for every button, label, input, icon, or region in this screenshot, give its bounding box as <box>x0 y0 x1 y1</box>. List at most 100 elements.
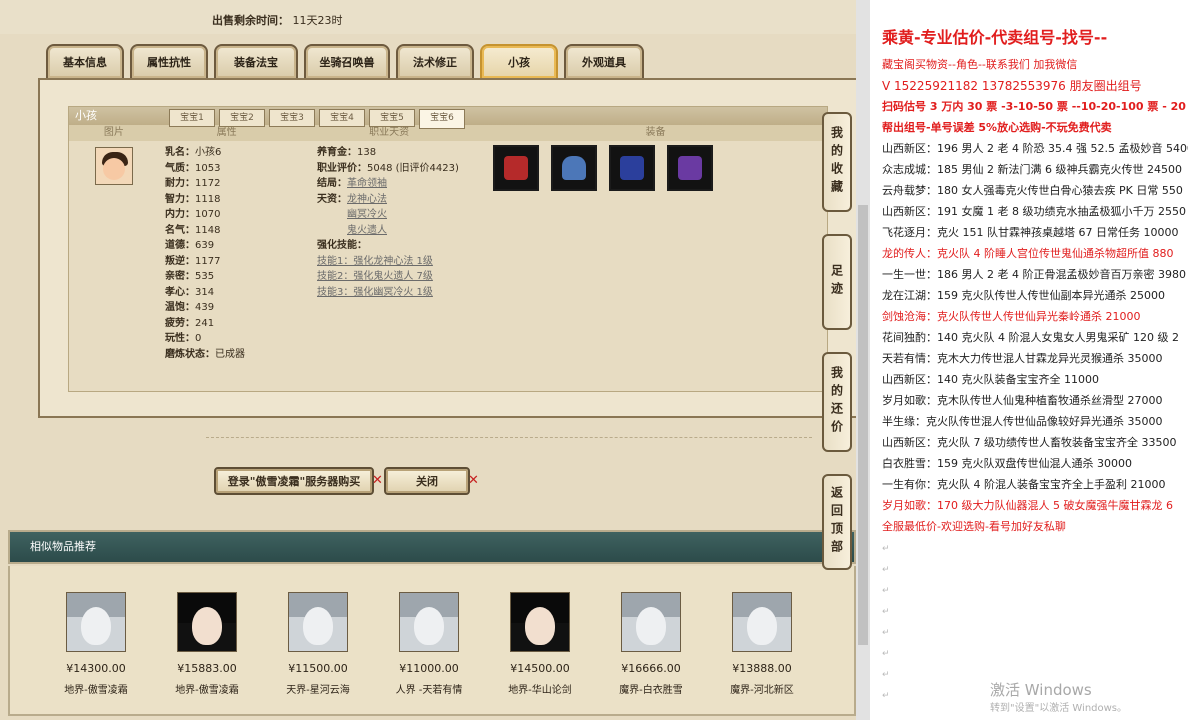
item-portrait <box>66 592 126 652</box>
child-panel-title: 小孩 <box>75 109 97 122</box>
tab-basic-info[interactable]: 基本信息 <box>46 44 124 78</box>
scroll-thumb[interactable] <box>858 205 868 645</box>
item-portrait <box>510 592 570 652</box>
tab-child[interactable]: 小孩 <box>480 44 558 78</box>
doc-line: 龙的传人：克火队 4 阶睡人宫位传世鬼仙通杀物超所值 880 <box>882 247 1174 260</box>
child-inner-panel: 小孩 宝宝1 宝宝2 宝宝3 宝宝4 宝宝5 宝宝6 图片 属性 职业天资 装备 <box>68 106 828 392</box>
tab-spell-correction[interactable]: 法术修正 <box>396 44 474 78</box>
sub-tab-baby5[interactable]: 宝宝5 <box>369 109 415 127</box>
doc-line: 一生一世：186 男人 2 老 4 阶正骨混孟极妙音百万亲密 3980 <box>882 268 1186 281</box>
close-button[interactable]: 关闭 <box>384 467 470 495</box>
divider <box>206 437 812 438</box>
game-pane: 出售剩余时间： 11天23时 基本信息 属性抗性 装备法宝 坐骑召唤兽 法术修正… <box>0 0 856 720</box>
equipment-slot[interactable] <box>609 145 655 191</box>
equipment-slot[interactable] <box>493 145 539 191</box>
talent-link[interactable]: 鬼火遗人 <box>347 225 387 236</box>
doc-line: 白衣胜雪：159 克火队双盘传世仙混人通杀 30000 <box>882 457 1132 470</box>
paragraph-mark-icon: ↵ <box>882 586 890 596</box>
doc-line: 剑蚀沧海：克火队传世人传世仙异光秦岭通杀 21000 <box>882 310 1141 323</box>
item-portrait <box>732 592 792 652</box>
page-scrollbar[interactable] <box>856 0 870 720</box>
ending-link[interactable]: 革命领袖 <box>347 178 387 189</box>
attr-row: 玩性：0 <box>165 333 202 344</box>
attribute-list: 乳名：小孩6 气质：1053 耐力：1172 智力：1118 内力：1070 名… <box>165 145 245 362</box>
my-favorites-button[interactable]: 我的收藏 <box>822 112 852 212</box>
tab-appearance[interactable]: 外观道具 <box>564 44 644 78</box>
footprint-button[interactable]: 足迹 <box>822 234 852 330</box>
attr-row: 磨炼状态：已成器 <box>165 348 245 360</box>
attr-row: 耐力：1172 <box>165 178 221 189</box>
recommend-item[interactable]: ¥11500.00 天界-星河云海 <box>268 592 368 696</box>
paragraph-mark-icon: ↵ <box>882 691 890 701</box>
doc-line: 花间独酌：140 克火队 4 阶混人女鬼女人男鬼采矿 120 级 2 <box>882 331 1179 344</box>
windows-activation-sub: 转到"设置"以激活 Windows。 <box>990 703 1128 714</box>
close-icon: ✕ <box>372 473 383 488</box>
paragraph-mark-icon: ↵ <box>882 565 890 575</box>
item-portrait <box>399 592 459 652</box>
attr-row: 孝心：314 <box>165 286 215 298</box>
recommend-item[interactable]: ¥13888.00 魔界-河北新区 <box>712 592 812 696</box>
doc-line: 藏宝阁买物资--角色--联系我们 加我微信 <box>882 58 1078 71</box>
my-offers-button[interactable]: 我的还价 <box>822 352 852 452</box>
doc-line: 飞花逐月：克火 151 队甘霖神孩桌越塔 67 日常任务 10000 <box>882 226 1179 239</box>
recommend-item[interactable]: ¥15883.00 地界-傲雪凌霜 <box>157 592 257 696</box>
tab-attributes[interactable]: 属性抗性 <box>130 44 208 78</box>
sub-tab-baby2[interactable]: 宝宝2 <box>219 109 265 127</box>
recommend-item[interactable]: ¥14500.00 地界-华山论剑 <box>490 592 590 696</box>
item-portrait <box>177 592 237 652</box>
paragraph-mark-icon: ↵ <box>882 628 890 638</box>
recommend-item[interactable]: ¥16666.00 魔界-白衣胜雪 <box>601 592 701 696</box>
skill-link[interactable]: 技能2：强化鬼火遗人 7级 <box>317 271 433 282</box>
doc-line: 扫码估号 3 万内 30 票 -3-10-50 票 --10-20-100 票 … <box>882 100 1188 113</box>
skill-link[interactable]: 技能1：强化龙神心法 1级 <box>317 256 433 267</box>
doc-line: 乘黄-专业估价-代卖组号-找号-- <box>882 28 1108 47</box>
recommend-item[interactable]: ¥11000.00 人界 -天若有情 <box>379 592 479 696</box>
sale-value: 11天23时 <box>292 14 343 27</box>
attr-row: 智力：1118 <box>165 193 221 205</box>
doc-line: 山西新区：191 女魔 1 老 8 级功绩克水抽孟极狐小千万 2550 <box>882 205 1186 218</box>
attr-row: 疲劳：241 <box>165 317 215 329</box>
sub-tab-baby6[interactable]: 宝宝6 <box>419 109 465 129</box>
paragraph-mark-icon: ↵ <box>882 607 890 617</box>
attr-row: 亲密：535 <box>165 271 215 282</box>
paragraph-mark-icon: ↵ <box>882 544 890 554</box>
doc-line: 全服最低价-欢迎选购-看号加好友私聊 <box>882 520 1066 533</box>
sale-label: 出售剩余时间： <box>212 14 289 27</box>
sub-tabs: 宝宝1 宝宝2 宝宝3 宝宝4 宝宝5 宝宝6 <box>169 109 465 129</box>
tab-mounts-pets[interactable]: 坐骑召唤兽 <box>304 44 390 78</box>
attr-row: 内力：1070 <box>165 209 221 220</box>
back-to-top-button[interactable]: 返回顶部 <box>822 474 852 570</box>
equipment-slot[interactable] <box>551 145 597 191</box>
recommend-title: 相似物品推荐 <box>30 540 96 553</box>
talent-link[interactable]: 幽冥冷火 <box>347 209 387 220</box>
child-panel: 小孩 宝宝1 宝宝2 宝宝3 宝宝4 宝宝5 宝宝6 图片 属性 职业天资 装备 <box>38 78 856 418</box>
sub-tab-baby1[interactable]: 宝宝1 <box>169 109 215 127</box>
buy-login-button[interactable]: 登录"傲雪凌霜"服务器购买 <box>214 467 374 495</box>
sub-tab-baby4[interactable]: 宝宝4 <box>319 109 365 127</box>
top-strip <box>0 0 856 34</box>
doc-line: 半生缘：克火队传世混人传世仙品像较好异光通杀 35000 <box>882 415 1163 428</box>
doc-line: 龙在江湖：159 克火队传世人传世仙副本异光通杀 25000 <box>882 289 1165 302</box>
skill-link[interactable]: 技能3：强化幽冥冷火 1级 <box>317 287 433 298</box>
recommend-item[interactable]: ¥14300.00 地界-傲雪凌霜 <box>46 592 146 696</box>
equipment-slot[interactable] <box>667 145 713 191</box>
talent-link[interactable]: 龙神心法 <box>347 194 387 205</box>
attr-row: 道德：639 <box>165 240 215 251</box>
career-info: 养育金：138 职业评价：5048 (旧评价4423) 结局：革命领袖 天资：龙… <box>317 147 459 298</box>
close-icon: ✕ <box>468 473 479 488</box>
doc-line: 岁月如歌：克木队传世人仙鬼种植畜牧通杀丝滑型 27000 <box>882 394 1163 407</box>
sub-tab-baby3[interactable]: 宝宝3 <box>269 109 315 127</box>
doc-line: 山西新区：140 克火队装备宝宝齐全 11000 <box>882 373 1099 386</box>
item-portrait <box>288 592 348 652</box>
doc-line: 山西新区：196 男人 2 老 4 阶恐 35.4 强 52.5 孟极妙音 54… <box>882 142 1188 155</box>
attr-row: 温饱：439 <box>165 302 215 313</box>
equipment-slots <box>493 145 713 191</box>
doc-line: 众志成城：185 男仙 2 新法门满 6 级神兵霸克火传世 24500 <box>882 163 1182 176</box>
doc-line: 岁月如歌：170 级大力队仙器混人 5 破女魔强牛魔甘霖龙 6 <box>882 499 1173 512</box>
attr-row: 气质：1053 <box>165 162 221 174</box>
col-picture: 图片 <box>103 127 124 138</box>
doc-line: 一生有你：克火队 4 阶混人装备宝宝齐全上手盈利 21000 <box>882 478 1166 491</box>
tab-equipment[interactable]: 装备法宝 <box>214 44 298 78</box>
item-portrait <box>621 592 681 652</box>
sale-remaining: 出售剩余时间： 11天23时 <box>212 12 343 28</box>
